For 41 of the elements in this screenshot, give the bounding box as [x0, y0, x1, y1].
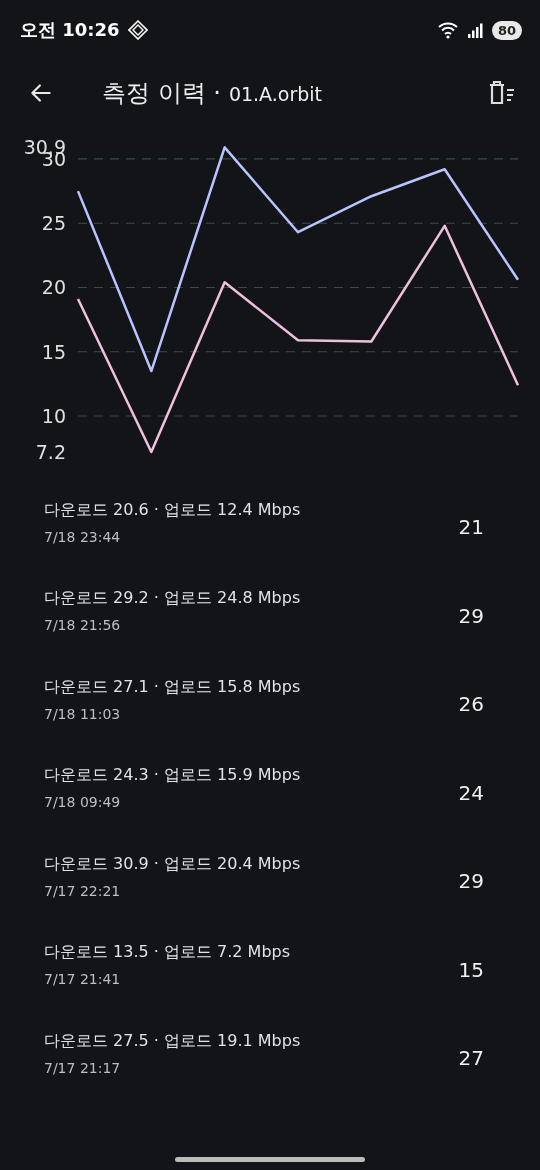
record-time: 7/18 09:49	[44, 794, 122, 811]
diamond-icon	[127, 20, 148, 40]
record-row[interactable]: 다운로드 30.9 · 업로드 20.4 Mbps 7/17 22:21 29	[0, 837, 540, 926]
record-score: 29	[458, 603, 484, 628]
record-row[interactable]: 다운로드 13.5 · 업로드 7.2 Mbps 7/17 21:41 15	[0, 925, 540, 1014]
page-title: 측정 이력 ·	[102, 78, 221, 109]
record-time: 7/18 21:56	[44, 617, 122, 634]
record-row[interactable]: 다운로드 27.5 · 업로드 19.1 Mbps 7/17 21:17 27	[0, 1014, 540, 1103]
record-score: 15	[458, 957, 484, 982]
axis-label: 25	[41, 212, 66, 235]
record-time: 7/18 23:44	[44, 528, 122, 545]
record-score: 29	[458, 869, 484, 894]
record-time: 7/17 22:21	[44, 882, 122, 899]
speed-summary: 다운로드 13.5 · 업로드 7.2 Mbps	[44, 942, 292, 964]
signal-icon	[467, 22, 484, 38]
speed-summary: 다운로드 27.1 · 업로드 15.8 Mbps	[44, 676, 302, 698]
page-subtitle: 01.A.orbit	[228, 83, 323, 105]
axis-label: 10	[41, 405, 66, 427]
speed-summary: 다운로드 20.6 · 업로드 12.4 Mbps	[44, 499, 302, 521]
status-time: 오전 10:26	[20, 18, 120, 42]
trash-list-icon	[488, 80, 516, 106]
record-score: 21	[458, 515, 484, 540]
record-time: 7/18 11:03	[44, 705, 122, 722]
record-row[interactable]: 다운로드 24.3 · 업로드 15.9 Mbps 7/18 09:49 24	[0, 748, 540, 837]
record-score: 26	[458, 692, 484, 717]
battery-level: 80	[491, 20, 522, 40]
wifi-icon	[437, 21, 460, 39]
speed-summary: 다운로드 29.2 · 업로드 24.8 Mbps	[44, 588, 302, 610]
record-row[interactable]: 다운로드 29.2 · 업로드 24.8 Mbps 7/18 21:56 29	[0, 571, 540, 660]
axis-label: 15	[41, 340, 66, 363]
record-row[interactable]: 다운로드 27.1 · 업로드 15.8 Mbps 7/18 11:03 26	[0, 660, 540, 749]
record-row[interactable]: 다운로드 20.6 · 업로드 12.4 Mbps 7/18 23:44 21	[0, 483, 540, 572]
record-time: 7/17 21:41	[44, 971, 122, 988]
record-score: 27	[458, 1046, 484, 1071]
axis-label: 7.2	[35, 441, 66, 463]
record-score: 24	[458, 780, 484, 805]
speed-summary: 다운로드 27.5 · 업로드 19.1 Mbps	[44, 1030, 302, 1052]
axis-label: 20	[41, 276, 66, 299]
record-time: 7/17 21:17	[44, 1059, 122, 1076]
speed-summary: 다운로드 30.9 · 업로드 20.4 Mbps	[44, 853, 302, 875]
speed-summary: 다운로드 24.3 · 업로드 15.9 Mbps	[44, 765, 302, 787]
